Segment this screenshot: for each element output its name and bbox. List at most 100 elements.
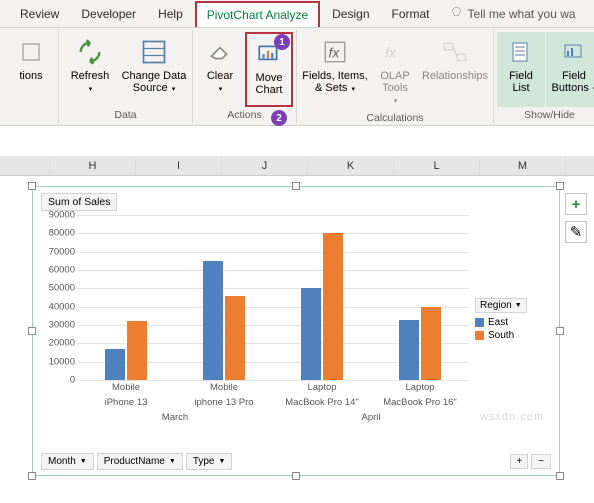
field-buttons-icon bbox=[558, 36, 590, 68]
formula-icon: fx bbox=[319, 36, 351, 68]
clear-button[interactable]: Clear▾ bbox=[196, 32, 244, 107]
callout-badge-2: 2 bbox=[271, 110, 287, 126]
swatch-icon bbox=[475, 318, 484, 327]
col-header-h[interactable]: H bbox=[50, 156, 136, 175]
bar-south[interactable] bbox=[323, 233, 343, 380]
pivot-chart[interactable]: + ✎ Sum of Sales 01000020000300004000050… bbox=[32, 186, 560, 476]
bar-east[interactable] bbox=[203, 261, 223, 380]
bar-east[interactable] bbox=[105, 349, 125, 380]
field-list-label: Field List bbox=[499, 70, 543, 94]
x-cat: Mobile bbox=[77, 380, 175, 395]
fields-items-sets-button[interactable]: fx Fields, Items, & Sets ▾ bbox=[300, 32, 370, 110]
svg-text:fx: fx bbox=[385, 44, 397, 60]
field-buttons-button[interactable]: Field Buttons ▾ bbox=[546, 32, 594, 107]
tell-me-search[interactable]: Tell me what you wa bbox=[450, 6, 576, 22]
tab-review[interactable]: Review bbox=[10, 2, 69, 26]
fields-items-label: Fields, Items, & Sets ▾ bbox=[302, 70, 368, 94]
field-buttons-label: Field Buttons ▾ bbox=[548, 70, 594, 94]
group-calc-label: Calculations bbox=[366, 110, 423, 124]
group-actions-label: Actions bbox=[227, 107, 261, 121]
ribbon-body: tions Refresh▾ Change Data Source ▾ Data… bbox=[0, 28, 594, 126]
col-header-l[interactable]: L bbox=[394, 156, 480, 175]
group-actions: 1 Clear▾ Move Chart Actions 2 bbox=[193, 30, 297, 123]
eraser-icon bbox=[204, 36, 236, 68]
legend-item-south[interactable]: South bbox=[475, 329, 553, 342]
y-tick: 90000 bbox=[39, 210, 75, 221]
legend-item-east[interactable]: East bbox=[475, 316, 553, 329]
y-tick: 80000 bbox=[39, 228, 75, 239]
x-cat: Mobile bbox=[175, 380, 273, 395]
group-showhide: Field List Field Buttons ▾ Show/Hide bbox=[494, 30, 594, 123]
x-cat: iPhone 13 bbox=[77, 395, 175, 410]
lightbulb-icon bbox=[450, 6, 463, 22]
col-header-k[interactable]: K bbox=[308, 156, 394, 175]
ribbon-tabs: Review Developer Help PivotChart Analyze… bbox=[0, 0, 594, 28]
y-tick: 60000 bbox=[39, 265, 75, 276]
x-level-2: iPhone 13 iphone 13 Pro MacBook Pro 14" … bbox=[77, 395, 469, 410]
y-tick: 0 bbox=[39, 375, 75, 386]
partial-button[interactable]: tions bbox=[7, 32, 55, 107]
group-partial-label bbox=[30, 107, 33, 121]
expand-button[interactable]: + bbox=[510, 454, 528, 469]
group-showhide-label: Show/Hide bbox=[524, 107, 575, 121]
olap-label: OLAP Tools▾ bbox=[373, 70, 417, 106]
bar-group bbox=[77, 215, 175, 380]
bar-group bbox=[273, 215, 371, 380]
tell-me-label: Tell me what you wa bbox=[468, 7, 576, 21]
refresh-icon bbox=[74, 36, 106, 68]
field-list-button[interactable]: Field List bbox=[497, 32, 545, 107]
chart-style-brush-button[interactable]: ✎ bbox=[565, 221, 587, 243]
svg-text:fx: fx bbox=[329, 44, 341, 60]
y-axis: 0100002000030000400005000060000700008000… bbox=[39, 215, 75, 380]
bar-east[interactable] bbox=[399, 320, 419, 381]
filter-productname-button[interactable]: ProductName ▼ bbox=[97, 453, 183, 470]
column-headers: H I J K L M bbox=[0, 156, 594, 176]
y-tick: 30000 bbox=[39, 320, 75, 331]
olap-icon: fx bbox=[379, 36, 411, 68]
chart-add-element-button[interactable]: + bbox=[565, 193, 587, 215]
col-header-j[interactable]: J bbox=[222, 156, 308, 175]
y-tick: 40000 bbox=[39, 301, 75, 312]
group-partial: tions bbox=[4, 30, 59, 123]
x-cat: Laptop bbox=[273, 380, 371, 395]
col-header-m[interactable]: M bbox=[480, 156, 566, 175]
tab-format[interactable]: Format bbox=[382, 2, 440, 26]
bar-east[interactable] bbox=[301, 288, 321, 380]
x-axis: Mobile Mobile Laptop Laptop iPhone 13 ip… bbox=[77, 380, 469, 425]
gear-icon bbox=[15, 36, 47, 68]
bar-group bbox=[175, 215, 273, 380]
chart-legend[interactable]: Region ▼ East South bbox=[475, 297, 553, 342]
bar-south[interactable] bbox=[421, 307, 441, 380]
collapse-button[interactable]: − bbox=[531, 454, 551, 469]
move-chart-label: Move Chart bbox=[249, 72, 289, 96]
col-header-i[interactable]: I bbox=[136, 156, 222, 175]
tab-developer[interactable]: Developer bbox=[71, 2, 146, 26]
filter-month-button[interactable]: Month ▼ bbox=[41, 453, 94, 470]
relationships-label: Relationships bbox=[422, 70, 488, 82]
legend-field-button[interactable]: Region ▼ bbox=[475, 298, 527, 313]
refresh-button[interactable]: Refresh▾ bbox=[62, 32, 118, 107]
relationships-icon bbox=[439, 36, 471, 68]
y-tick: 50000 bbox=[39, 283, 75, 294]
group-data: Refresh▾ Change Data Source ▾ Data bbox=[59, 30, 193, 123]
olap-tools-button: fx OLAP Tools▾ bbox=[371, 32, 419, 110]
callout-badge-1: 1 bbox=[274, 34, 290, 50]
plot-area[interactable]: 0100002000030000400005000060000700008000… bbox=[77, 215, 469, 380]
tab-design[interactable]: Design bbox=[322, 2, 379, 26]
field-list-icon bbox=[505, 36, 537, 68]
tab-help[interactable]: Help bbox=[148, 2, 193, 26]
change-data-label: Change Data Source ▾ bbox=[121, 70, 187, 94]
x-cat: iphone 13 Pro bbox=[175, 395, 273, 410]
y-tick: 70000 bbox=[39, 246, 75, 257]
tab-pivotchart-analyze[interactable]: PivotChart Analyze bbox=[195, 1, 320, 27]
filter-type-button[interactable]: Type ▼ bbox=[186, 453, 233, 470]
change-data-source-button[interactable]: Change Data Source ▾ bbox=[119, 32, 189, 107]
bar-south[interactable] bbox=[225, 296, 245, 380]
x-cat: March bbox=[77, 410, 273, 425]
col-header[interactable] bbox=[0, 156, 50, 175]
group-calculations: fx Fields, Items, & Sets ▾ fx OLAP Tools… bbox=[297, 30, 494, 123]
x-cat: MacBook Pro 16" bbox=[371, 395, 469, 410]
chart-title[interactable]: Sum of Sales bbox=[41, 193, 117, 211]
bar-south[interactable] bbox=[127, 321, 147, 380]
relationships-button: Relationships bbox=[420, 32, 490, 110]
